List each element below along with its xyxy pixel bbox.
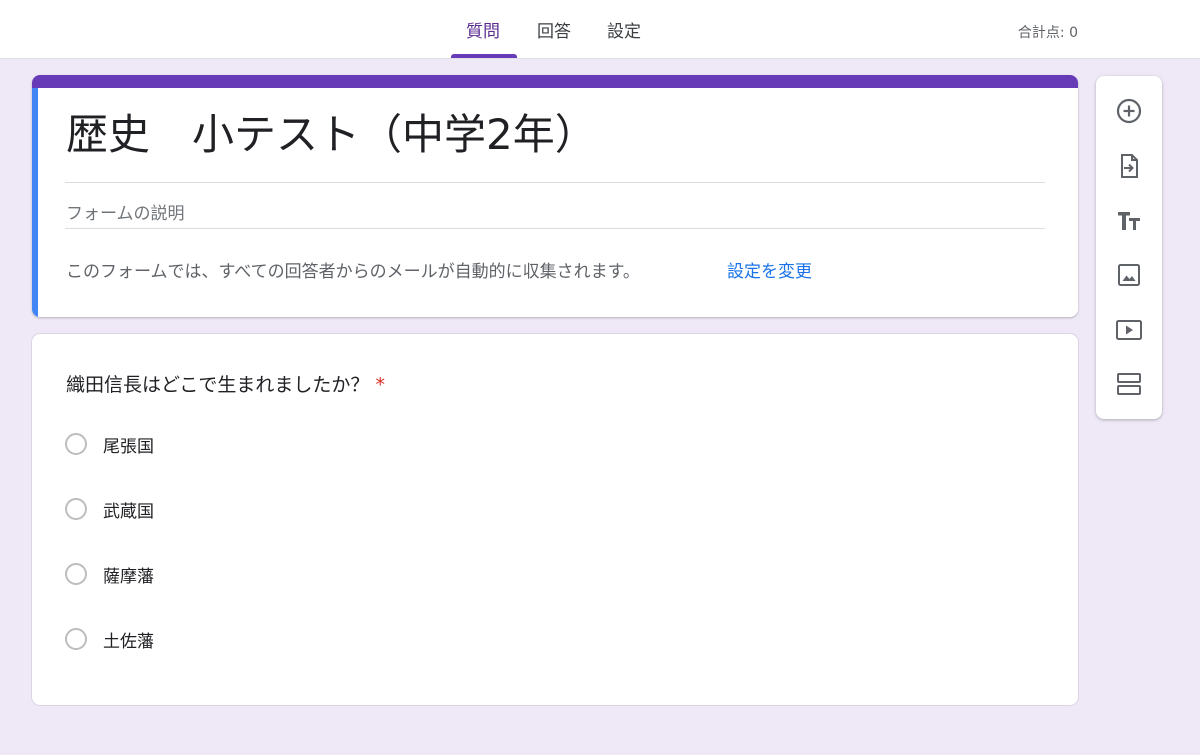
question-text: 織田信長はどこで生まれましたか？	[66, 374, 370, 396]
radio-button[interactable]	[65, 498, 87, 520]
option-label: 尾張国	[103, 436, 154, 457]
add-video-button[interactable]	[1113, 314, 1145, 346]
form-header-card: 歴史 小テスト（中学2年） フォームの説明 このフォームでは、すべての回答者から…	[32, 75, 1078, 317]
import-questions-button[interactable]	[1113, 150, 1145, 182]
required-mark: *	[375, 374, 385, 396]
add-image-button[interactable]	[1113, 259, 1145, 291]
add-section-icon	[1117, 373, 1141, 395]
option-row[interactable]: 薩摩藩	[65, 560, 154, 588]
total-points: 合計点: 0	[1017, 25, 1078, 41]
add-image-icon	[1118, 264, 1140, 286]
active-card-indicator	[32, 88, 38, 317]
add-section-button[interactable]	[1113, 368, 1145, 400]
form-title[interactable]: 歴史 小テスト（中学2年）	[66, 110, 597, 160]
form-description-input[interactable]: フォームの説明	[66, 199, 185, 224]
option-row[interactable]: 土佐藩	[65, 625, 154, 653]
option-label: 薩摩藩	[103, 566, 154, 587]
import-questions-icon	[1121, 154, 1138, 178]
add-video-icon	[1116, 320, 1142, 340]
radio-button[interactable]	[65, 433, 87, 455]
change-settings-link[interactable]: 設定を変更	[727, 257, 812, 282]
side-toolbar	[1096, 76, 1162, 419]
option-label: 武蔵国	[103, 501, 154, 522]
radio-button[interactable]	[65, 628, 87, 650]
add-question-button[interactable]	[1113, 95, 1145, 127]
header-accent-stripe	[32, 75, 1078, 88]
radio-button[interactable]	[65, 563, 87, 585]
top-bar: 質問 回答 設定 合計点: 0	[0, 0, 1200, 59]
description-divider	[65, 228, 1045, 229]
question-card[interactable]: 織田信長はどこで生まれましたか？ * 尾張国 武蔵国 薩摩藩 土佐藩	[32, 334, 1078, 705]
option-row[interactable]: 武蔵国	[65, 495, 154, 523]
add-title-icon	[1118, 212, 1140, 230]
tab-responses[interactable]: 回答	[537, 18, 571, 46]
add-title-button[interactable]	[1113, 205, 1145, 237]
add-question-icon	[1116, 98, 1142, 124]
tab-settings[interactable]: 設定	[607, 18, 641, 46]
option-row[interactable]: 尾張国	[65, 430, 154, 458]
option-label: 土佐藩	[103, 631, 154, 652]
question-title: 織田信長はどこで生まれましたか？ *	[66, 370, 385, 397]
active-tab-indicator	[451, 54, 517, 58]
tab-questions[interactable]: 質問	[466, 18, 500, 46]
title-divider	[65, 182, 1045, 183]
email-collection-notice: このフォームでは、すべての回答者からのメールが自動的に収集されます。	[66, 262, 640, 282]
